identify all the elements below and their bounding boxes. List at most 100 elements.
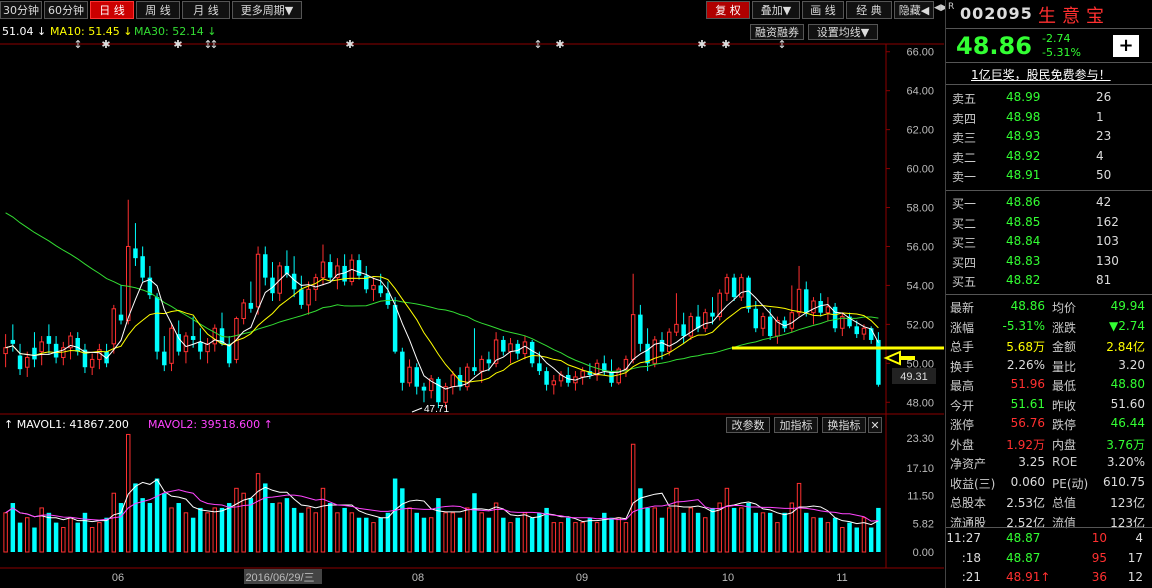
candle-body [537, 363, 542, 372]
stat-value: 5.68万 [1006, 340, 1045, 354]
tick-count: 12 [1127, 570, 1143, 584]
volume-bar [198, 507, 203, 552]
last-price: 48.86 [956, 32, 1032, 60]
volume-bar [876, 507, 881, 552]
candle-body [529, 341, 535, 364]
event-marker-icon: ✱ [697, 38, 706, 51]
ask-price: 48.99 [1006, 90, 1041, 104]
volume-bar [169, 507, 174, 553]
candle-body [154, 297, 160, 352]
candle-body [248, 302, 254, 309]
bid-row: 买五 48.82 81 [946, 271, 1146, 290]
candle-body [450, 374, 456, 388]
ask-price: 48.92 [1006, 148, 1041, 163]
ask-label: 卖五 [952, 92, 977, 106]
tick-price: 48.87 [1006, 531, 1041, 545]
volume-bar [183, 512, 189, 553]
event-marker-icon: ✱ [721, 38, 730, 51]
stat-label: 外盘 [950, 437, 975, 452]
stat-label: 均价 [1052, 301, 1077, 315]
volume-bar [443, 512, 448, 553]
stat-label: 最高 [950, 379, 975, 393]
volume-bar [666, 507, 672, 553]
promo-link[interactable]: 1亿巨奖，股民免费参与！ [971, 66, 1111, 83]
volume-bar [609, 517, 614, 552]
ask-volume: 1 [1096, 109, 1104, 124]
volume-bar [226, 503, 232, 552]
volume-bar [659, 517, 665, 552]
date-tick-label: 06 [112, 572, 124, 584]
candle-body [327, 262, 333, 278]
volume-bar [140, 498, 145, 552]
volume-bar [421, 517, 427, 552]
ask-row: 卖三 48.93 23 [946, 127, 1146, 146]
event-marker-icon: ✱ [101, 38, 110, 51]
kline-chart[interactable]: 66.00 64.00 62.00 60.00 58.00 56.00 54.00 52.00… [0, 0, 944, 588]
volume-bar [46, 512, 52, 552]
stat-value: ▼2.74 [1109, 318, 1145, 333]
tick-price: 48.87 [1006, 550, 1041, 565]
stat-label: 金额 [1052, 340, 1077, 354]
stat-value: 3.20 [1118, 357, 1145, 372]
ask-volume: 26 [1096, 90, 1112, 104]
candle-body [486, 359, 492, 364]
volume-bar [652, 507, 658, 553]
r-mark: R [948, 2, 955, 12]
stat-row: 涨幅 -5.31% 涨跌 ▼2.74 [946, 317, 1151, 336]
candle-body [710, 312, 715, 317]
candle-body [190, 336, 196, 340]
volume-tick-label: 0.00 [913, 547, 934, 559]
stat-value: 3.20% [1106, 455, 1145, 469]
candle-body [400, 351, 405, 383]
volume-bar [789, 502, 795, 553]
candle-body [760, 316, 766, 329]
stat-value: 51.60 [1110, 396, 1145, 411]
ask-price: 48.93 [1006, 129, 1041, 143]
stat-label: 换手 [950, 359, 975, 374]
event-marker-icon: ↕ [777, 38, 786, 51]
volume-bar [263, 483, 268, 552]
stock-code: 002095 [960, 4, 1033, 23]
volume-bar [32, 527, 37, 552]
candle-body [25, 356, 30, 368]
candle-body [854, 326, 859, 335]
volume-bar [623, 522, 629, 553]
volume-bar [804, 512, 809, 552]
bid-label: 买五 [952, 275, 977, 289]
candle-body [212, 327, 218, 345]
stat-label: 最低 [1052, 379, 1077, 393]
volume-bar [349, 512, 355, 553]
candle-body [53, 343, 59, 358]
candle-body [169, 327, 174, 364]
volume-bar [407, 507, 412, 553]
stat-label: 总股本 [950, 496, 987, 510]
volume-bar [277, 502, 282, 553]
volume-bar [241, 492, 246, 553]
ask-volume: 4 [1096, 148, 1104, 163]
candle-body [652, 339, 658, 364]
volume-bar [847, 522, 852, 552]
price-tick-label: 60.00 [906, 164, 934, 176]
bid-label: 买三 [952, 236, 977, 250]
date-tick-label: 11 [836, 572, 847, 584]
volume-bar [457, 517, 463, 552]
ask-label: 卖一 [952, 170, 977, 184]
ask-price: 48.98 [1006, 109, 1041, 124]
add-watchlist-button[interactable]: + [1113, 35, 1139, 57]
date-tick-label: 09 [576, 572, 588, 584]
volume-bar [645, 507, 650, 552]
price-tick-label: 66.00 [906, 47, 934, 59]
volume-bar [775, 522, 780, 553]
candle-body [522, 341, 528, 355]
volume-tick-label: 23.30 [906, 433, 934, 445]
event-marker-icon: ↕ [209, 38, 218, 51]
bid-volume: 81 [1096, 273, 1112, 287]
candle-body [681, 324, 686, 337]
stat-row: 外盘 1.92万 内盘 3.76万 [946, 434, 1151, 453]
stat-row: 总手 5.68万 金额 2.84亿 [946, 336, 1151, 355]
candle-body [472, 367, 477, 372]
candle-body [767, 316, 773, 337]
volume-bar [97, 522, 102, 553]
event-marker-icon: ↕ [533, 38, 542, 51]
ask-price: 48.91 [1006, 168, 1041, 182]
